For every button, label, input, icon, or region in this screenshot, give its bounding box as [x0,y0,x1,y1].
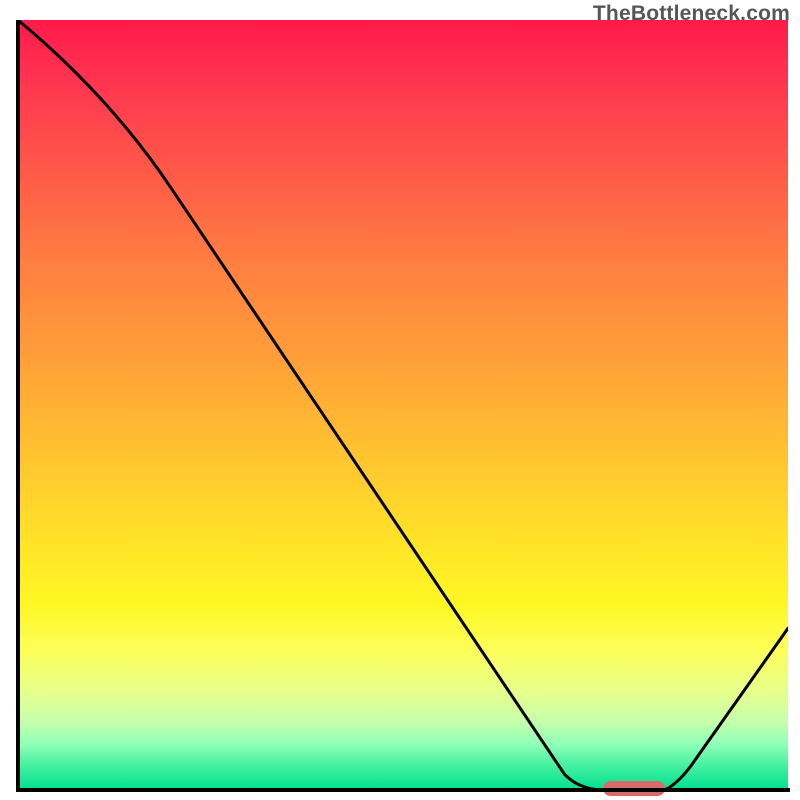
bottleneck-chart: TheBottleneck.com [0,0,800,800]
y-axis [16,20,20,792]
x-axis [16,788,790,792]
attribution-text: TheBottleneck.com [593,2,790,26]
plot-gradient-background [18,20,788,790]
